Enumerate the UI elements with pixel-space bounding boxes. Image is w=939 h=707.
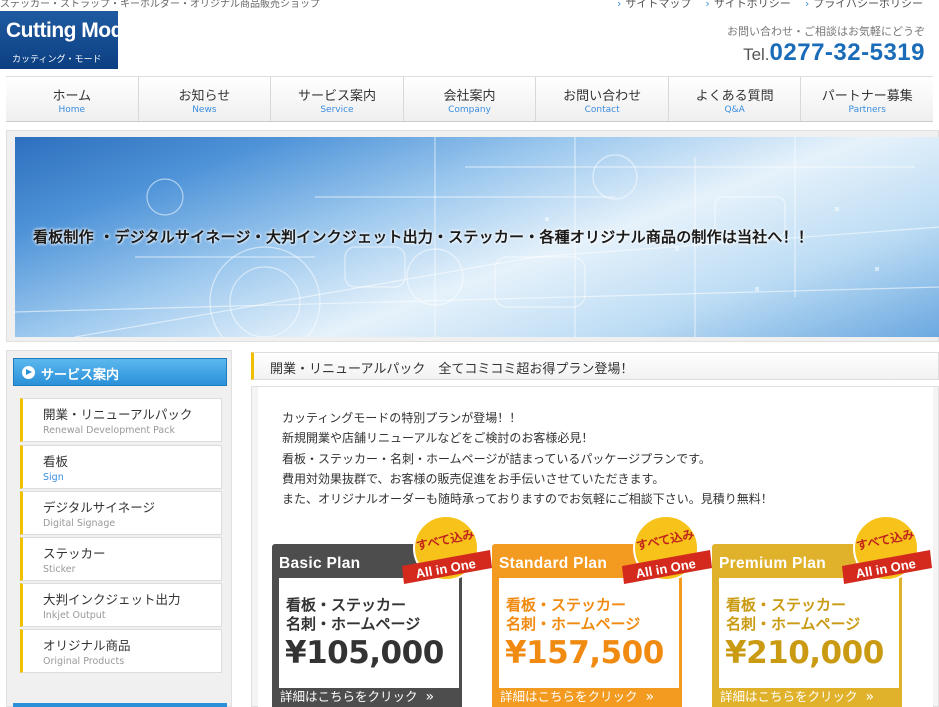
main-section-title: 開業・リニューアルパック 全てコミコミ超お得プラン登場！ xyxy=(251,352,939,380)
nav-label: パートナー募集 xyxy=(821,89,913,104)
sidebar-item-inkjet-output[interactable]: 大判インクジェット出力 Inkjet Output xyxy=(20,583,222,627)
logo-main-text: Cutting Mode xyxy=(6,19,135,42)
sidebar-item-label: 大判インクジェット出力 xyxy=(43,592,181,607)
sidebar-item-sublabel: Renewal Development Pack xyxy=(43,425,175,436)
site-tagline: ステッカー・ストラップ・キーホルダー・オリジナル商品販売ショップ xyxy=(0,0,320,10)
sidebar-item-label: デジタルサイネージ xyxy=(43,500,156,515)
intro-line: 看板・ステッカー・名刺・ホームページが詰まっているパッケージプランです。 xyxy=(282,451,711,466)
plan-details-link[interactable]: 詳細はこちらをクリック xyxy=(500,686,654,705)
nav-item-home[interactable]: ホーム Home xyxy=(6,77,139,121)
sidebar-item-original-products[interactable]: オリジナル商品 Original Products xyxy=(20,629,222,673)
sidebar-item-sublabel: Inkjet Output xyxy=(43,610,106,621)
sidebar-item-sublabel: Sign xyxy=(43,472,64,483)
sidebar-item-label: 開業・リニューアルパック xyxy=(43,407,193,422)
plan-name: Premium Plan xyxy=(719,555,826,572)
sidebar-header: サービス案内 xyxy=(13,358,227,386)
sidebar-item-sublabel: Digital Signage xyxy=(43,518,116,529)
plan-card-standard[interactable]: Standard Plan 看板・ステッカー 名刺・ホームページ ¥157,50… xyxy=(492,515,712,707)
nav-item-company[interactable]: 会社案内 Company xyxy=(404,77,537,121)
intro-text: カッティングモードの特別プランが登場！！ 新規開業や店舗リニューアルなどをご検討… xyxy=(282,408,773,509)
plan-name: Standard Plan xyxy=(499,555,608,572)
sidebar-item-label: 看板 xyxy=(43,454,69,469)
plan-details-link[interactable]: 詳細はこちらをクリック xyxy=(720,686,874,705)
sidebar-item-sublabel: Original Products xyxy=(43,656,125,667)
nav-label: ホーム xyxy=(52,89,92,104)
hero-banner-frame: 看板制作 ・デジタルサイネージ・大判インクジェット出力・ステッカー・各種オリジナ… xyxy=(6,130,939,342)
all-in-one-badge: すべて込み All in One xyxy=(402,515,492,584)
plan-card-basic[interactable]: Basic Plan 看板・ステッカー 名刺・ホームページ ¥105,000 詳… xyxy=(272,515,492,707)
nav-label: よくある質問 xyxy=(695,89,774,104)
plan-feature-line: 名刺・ホームページ xyxy=(506,615,641,633)
sidebar-title: サービス案内 xyxy=(41,368,120,383)
privacy-policy-link[interactable]: プライバシーポリシー xyxy=(805,0,923,11)
main-content-panel: カッティングモードの特別プランが登場！！ 新規開業や店舗リニューアルなどをご検討… xyxy=(258,387,933,707)
nav-sublabel: Service xyxy=(320,105,354,115)
intro-line: カッティングモードの特別プランが登場！！ xyxy=(282,411,522,425)
main-content: カッティングモードの特別プランが登場！！ 新規開業や店舗リニューアルなどをご検討… xyxy=(251,386,939,707)
phone-prefix: Tel. xyxy=(743,45,770,64)
nav-label: 会社案内 xyxy=(443,89,496,104)
nav-sublabel: Contact xyxy=(584,105,620,115)
sidebar: サービス案内 開業・リニューアルパック Renewal Development … xyxy=(6,350,232,707)
nav-label: お知らせ xyxy=(178,89,231,104)
nav-sublabel: News xyxy=(192,105,217,115)
phone-digits: 0277-32-5319 xyxy=(769,39,925,66)
plan-name: Basic Plan xyxy=(279,555,361,572)
nav-sublabel: Home xyxy=(58,105,86,115)
plan-price: ¥157,500 xyxy=(505,635,664,671)
phone-number: Tel.0277-32-5319 xyxy=(743,39,925,67)
nav-sublabel: Partners xyxy=(848,105,886,115)
contact-note: お問い合わせ・ご相談はお気軽にどうぞ xyxy=(727,25,925,38)
plan-feature-line: 名刺・ホームページ xyxy=(726,615,861,633)
nav-item-contact[interactable]: お問い合わせ Contact xyxy=(536,77,669,121)
nav-item-partners[interactable]: パートナー募集 Partners xyxy=(801,77,933,121)
all-in-one-badge: すべて込み All in One xyxy=(842,515,932,584)
nav-label: お問い合わせ xyxy=(563,89,642,104)
sitemap-link[interactable]: サイトマップ xyxy=(617,0,691,11)
sidebar-item-renewal-pack[interactable]: 開業・リニューアルパック Renewal Development Pack xyxy=(20,398,222,442)
nav-item-news[interactable]: お知らせ News xyxy=(139,77,272,121)
sidebar-item-sticker[interactable]: ステッカー Sticker xyxy=(20,537,222,581)
utility-links: サイトマップ サイトポリシー プライバシーポリシー xyxy=(617,0,923,11)
intro-line: 新規開業や店舗リニューアルなどをご検討のお客様必見！ xyxy=(282,431,594,446)
all-in-one-badge: すべて込み All in One xyxy=(622,515,712,584)
intro-line: また、オリジナルオーダーも随時承っておりますのでお気軽にご相談下さい。見積り無料… xyxy=(282,492,773,507)
plan-card-premium[interactable]: Premium Plan 看板・ステッカー 名刺・ホームページ ¥210,000… xyxy=(712,515,932,707)
sidebar-next-section-header xyxy=(13,703,227,707)
nav-item-service[interactable]: サービス案内 Service xyxy=(271,77,404,121)
sidebar-item-sublabel: Sticker xyxy=(43,564,76,575)
plan-details-link[interactable]: 詳細はこちらをクリック xyxy=(280,686,434,705)
sidebar-item-sign[interactable]: 看板 Sign xyxy=(20,445,222,489)
arrow-circle-icon xyxy=(22,366,35,379)
nav-sublabel: Company xyxy=(448,105,491,115)
plan-price: ¥105,000 xyxy=(285,635,444,671)
sidebar-item-label: オリジナル商品 xyxy=(43,638,131,653)
site-policy-link[interactable]: サイトポリシー xyxy=(705,0,791,11)
site-logo[interactable]: Cutting Mode カッティング・モード xyxy=(0,11,135,69)
nav-item-qa[interactable]: よくある質問 Q&A xyxy=(669,77,802,121)
plan-feature-line: 名刺・ホームページ xyxy=(286,615,421,633)
banner-headline: 看板制作 ・デジタルサイネージ・大判インクジェット出力・ステッカー・各種オリジナ… xyxy=(33,228,814,246)
nav-label: サービス案内 xyxy=(297,89,376,104)
plan-price: ¥210,000 xyxy=(725,635,884,671)
global-nav: ホーム Home お知らせ News サービス案内 Service 会社案内 C… xyxy=(6,76,933,122)
sidebar-item-label: ステッカー xyxy=(43,546,106,561)
hero-banner: 看板制作 ・デジタルサイネージ・大判インクジェット出力・ステッカー・各種オリジナ… xyxy=(15,137,939,337)
nav-sublabel: Q&A xyxy=(724,105,745,115)
logo-sub-text: カッティング・モード xyxy=(12,55,102,65)
intro-line: 費用対効果抜群で、お客様の販売促進をお手伝いさせていただきます。 xyxy=(282,471,665,486)
sidebar-item-digital-signage[interactable]: デジタルサイネージ Digital Signage xyxy=(20,491,222,535)
